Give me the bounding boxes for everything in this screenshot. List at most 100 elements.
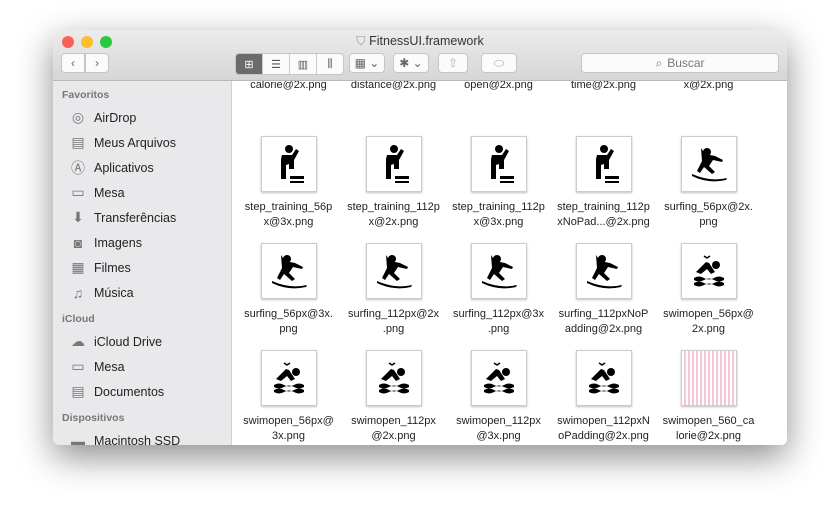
file-item[interactable]: swimopen_560_ca lorie@2x.png bbox=[656, 350, 761, 444]
sidebar-item[interactable]: ▤ Meus Arquivos bbox=[53, 130, 231, 155]
file-name: distance@2x.png bbox=[350, 81, 437, 91]
file-name-line2: @2x.png bbox=[371, 430, 416, 442]
movies-icon: ▦ bbox=[71, 259, 85, 275]
cloud-icon: ☁ bbox=[71, 333, 85, 349]
file-name: x@2x.png bbox=[683, 81, 734, 91]
sidebar-item[interactable]: ▭ Mesa bbox=[53, 354, 231, 379]
file-item[interactable]: step_training_112p x@2x.png bbox=[341, 136, 446, 230]
surf-icon bbox=[575, 243, 632, 299]
file-item[interactable]: step_training_112p x@3x.png bbox=[446, 136, 551, 230]
file-item[interactable]: swimopen_112px @3x.png bbox=[446, 350, 551, 444]
file-item[interactable]: distance@2x.png bbox=[341, 81, 446, 93]
search-input[interactable]: ⌕ Buscar bbox=[581, 53, 779, 73]
file-item[interactable]: surfing_112px@2x .png bbox=[341, 243, 446, 337]
file-item[interactable]: calorie@2x.png bbox=[236, 81, 341, 93]
file-name-line2: .png bbox=[382, 323, 405, 335]
view-switcher[interactable]: ⊞ ☰ ▥ ⫼ bbox=[235, 53, 344, 75]
swim-icon bbox=[470, 350, 527, 406]
file-thumbnail bbox=[680, 350, 737, 406]
surf-icon bbox=[365, 243, 422, 299]
file-name: swimopen_560_ca bbox=[662, 415, 755, 427]
step-icon bbox=[575, 136, 632, 192]
cover-flow-icon[interactable]: ⫼ bbox=[317, 54, 343, 74]
file-name-line2: .png bbox=[487, 323, 510, 335]
file-name-line2: 2x.png bbox=[691, 323, 726, 335]
file-name: surfing_112pxNoP bbox=[558, 308, 649, 320]
tags-button[interactable]: ⬭ bbox=[481, 53, 517, 73]
file-item[interactable]: swimopen_112pxN oPadding@2x.png bbox=[551, 350, 656, 444]
file-item[interactable]: time@2x.png bbox=[551, 81, 656, 93]
sidebar-item[interactable]: ▬ Macintosh SSD bbox=[53, 428, 231, 446]
file-name-line2: adding@2x.png bbox=[564, 323, 643, 335]
documents-icon: ▤ bbox=[71, 383, 85, 399]
sidebar-item-label: Aplicativos bbox=[94, 160, 154, 175]
swim-icon bbox=[680, 243, 737, 299]
file-item[interactable]: open@2x.png bbox=[446, 81, 551, 93]
sidebar-item-label: Macintosh SSD bbox=[94, 433, 181, 446]
toolbar: ⛉ FitnessUI.framework ‹ › ⊞ ☰ ▥ ⫼ ▦ ⌄ ✱ ⌄ ⇧… bbox=[53, 30, 787, 81]
sidebar-item[interactable]: ⬇ Transferências bbox=[53, 205, 231, 230]
sidebar-item-label: Filmes bbox=[94, 260, 131, 275]
file-name: step_training_112p bbox=[557, 201, 650, 213]
file-item[interactable]: step_training_56p x@3x.png bbox=[236, 136, 341, 230]
sidebar-section-title: iCloud bbox=[62, 313, 95, 325]
sidebar-item-label: Meus Arquivos bbox=[94, 135, 176, 150]
surf-icon bbox=[680, 136, 737, 192]
file-name: swimopen_56px@ bbox=[663, 308, 754, 320]
sidebar-item-label: Mesa bbox=[94, 185, 125, 200]
sidebar-item[interactable]: ◙ Imagens bbox=[53, 230, 231, 255]
action-gear-button[interactable]: ✱ ⌄ bbox=[393, 53, 429, 73]
icon-view-icon[interactable]: ⊞ bbox=[236, 54, 263, 74]
file-name-line2: oPadding@2x.png bbox=[558, 430, 649, 442]
file-name-line2: 3x.png bbox=[271, 430, 306, 442]
file-item[interactable]: surfing_56px@3x.png bbox=[236, 243, 341, 337]
swim-icon bbox=[575, 350, 632, 406]
file-name: step_training_112p bbox=[452, 201, 545, 213]
file-name-line2: png bbox=[279, 323, 298, 335]
file-name-line2: png bbox=[699, 216, 718, 228]
sidebar-item[interactable]: ▭ Mesa bbox=[53, 180, 231, 205]
file-item[interactable]: surfing_56px@2x. png bbox=[656, 136, 761, 230]
disk-icon: ▬ bbox=[71, 432, 85, 446]
file-name: time@2x.png bbox=[571, 81, 636, 91]
file-item[interactable]: swimopen_112px @2x.png bbox=[341, 350, 446, 444]
file-item[interactable]: step_training_112p xNoPad...@2x.png bbox=[551, 136, 656, 230]
shield-icon: ⛉ bbox=[356, 34, 366, 48]
back-button[interactable]: ‹ bbox=[61, 53, 85, 73]
downloads-icon: ⬇ bbox=[72, 209, 84, 225]
sidebar-item-label: Transferências bbox=[94, 210, 177, 225]
file-name-line2: lorie@2x.png bbox=[676, 430, 741, 442]
file-name: step_training_112p bbox=[347, 201, 440, 213]
file-name: swimopen_112pxN bbox=[557, 415, 650, 427]
share-button[interactable]: ⇧ bbox=[438, 53, 468, 73]
finder-window: ⛉ FitnessUI.framework ‹ › ⊞ ☰ ▥ ⫼ ▦ ⌄ ✱ ⌄ ⇧… bbox=[53, 30, 787, 445]
file-item[interactable]: surfing_112px@3x .png bbox=[446, 243, 551, 337]
sidebar-item[interactable]: ▦ Filmes bbox=[53, 255, 231, 280]
file-item[interactable]: swimopen_56px@ 2x.png bbox=[656, 243, 761, 337]
swim-icon bbox=[260, 350, 317, 406]
file-item[interactable]: x@2x.png bbox=[656, 81, 761, 93]
file-name: surfing_56px@3x. bbox=[244, 308, 333, 320]
sidebar-item[interactable]: ☁ iCloud Drive bbox=[53, 329, 231, 354]
sidebar-item[interactable]: Ⓐ Aplicativos bbox=[53, 155, 231, 180]
sidebar-section-title: Dispositivos bbox=[62, 412, 125, 424]
sidebar-item[interactable]: ▤ Documentos bbox=[53, 379, 231, 404]
file-name: open@2x.png bbox=[464, 81, 533, 91]
sidebar-item-label: Música bbox=[94, 285, 134, 300]
sidebar: Favoritos ◎ AirDrop ▤ Meus Arquivos Ⓐ Aplicati… bbox=[53, 81, 232, 445]
all-files-icon: ▤ bbox=[71, 134, 85, 150]
column-view-icon[interactable]: ▥ bbox=[290, 54, 317, 74]
arrange-button[interactable]: ▦ ⌄ bbox=[349, 53, 385, 73]
sidebar-item[interactable]: ♫ Música bbox=[53, 280, 231, 305]
forward-button[interactable]: › bbox=[85, 53, 109, 73]
surf-icon bbox=[470, 243, 527, 299]
list-view-icon[interactable]: ☰ bbox=[263, 54, 290, 74]
window-title: FitnessUI.framework bbox=[369, 34, 484, 48]
sidebar-item[interactable]: ◎ AirDrop bbox=[53, 105, 231, 130]
music-icon: ♫ bbox=[72, 284, 84, 301]
step-icon bbox=[470, 136, 527, 192]
file-item[interactable]: surfing_112pxNoP adding@2x.png bbox=[551, 243, 656, 337]
desktop-icon: ▭ bbox=[71, 184, 85, 200]
file-item[interactable]: swimopen_56px@ 3x.png bbox=[236, 350, 341, 444]
file-name: step_training_56p bbox=[244, 201, 333, 213]
